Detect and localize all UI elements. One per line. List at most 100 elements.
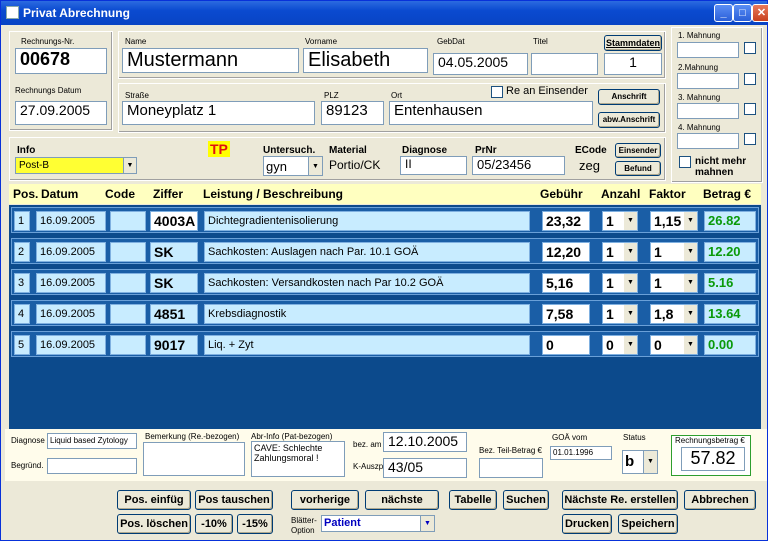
- blaetter-select[interactable]: Patient ▼: [321, 515, 435, 532]
- invoice-nr-field[interactable]: 00678: [15, 48, 107, 74]
- nicht-mehr-mahnen-checkbox[interactable]: [679, 156, 691, 168]
- speichern-button[interactable]: Speichern: [618, 514, 678, 534]
- anzahl-select[interactable]: 0 ▼: [602, 335, 638, 355]
- tabelle-button[interactable]: Tabelle: [449, 490, 497, 510]
- bemerkung-field[interactable]: [143, 442, 245, 476]
- code-cell[interactable]: [110, 304, 146, 324]
- invoice-date-field[interactable]: 27.09.2005: [15, 101, 107, 125]
- faktor-select[interactable]: 0 ▼: [650, 335, 698, 355]
- mahnung-4-field[interactable]: [677, 133, 739, 149]
- minus-10-button[interactable]: -10%: [195, 514, 233, 534]
- anzahl-select[interactable]: 1 ▼: [602, 211, 638, 231]
- strasse-field[interactable]: Moneyplatz 1: [122, 101, 315, 125]
- mahnung-2-checkbox[interactable]: [744, 73, 756, 85]
- chevron-down-icon[interactable]: ▼: [684, 274, 697, 292]
- leistung-cell[interactable]: Krebsdiagnostik: [204, 304, 530, 324]
- status-select[interactable]: b ▼: [622, 450, 658, 474]
- vorname-field[interactable]: Elisabeth: [303, 48, 428, 73]
- titel-field[interactable]: [531, 53, 598, 75]
- mahnung-4-checkbox[interactable]: [744, 133, 756, 145]
- chevron-down-icon[interactable]: ▼: [624, 274, 637, 292]
- chevron-down-icon[interactable]: ▼: [624, 336, 637, 354]
- mahnung-1-checkbox[interactable]: [744, 42, 756, 54]
- abrinfo-field[interactable]: CAVE: Schlechte Zahlungsmoral !: [251, 441, 345, 477]
- pos-cell[interactable]: 1: [14, 211, 30, 231]
- datum-cell[interactable]: 16.09.2005: [36, 273, 106, 293]
- datum-cell[interactable]: 16.09.2005: [36, 304, 106, 324]
- maximize-button[interactable]: □: [733, 4, 752, 22]
- code-cell[interactable]: [110, 211, 146, 231]
- table-row[interactable]: 3 16.09.2005 SK Sachkosten: Versandkoste…: [11, 269, 759, 295]
- befund-button[interactable]: Befund: [615, 161, 661, 176]
- diagnose-field[interactable]: II: [400, 156, 467, 175]
- chevron-down-icon[interactable]: ▼: [308, 157, 322, 175]
- faktor-select[interactable]: 1 ▼: [650, 242, 698, 262]
- chevron-down-icon[interactable]: ▼: [123, 158, 136, 173]
- gebuehr-cell[interactable]: 12,20: [542, 242, 590, 262]
- close-button[interactable]: ✕: [752, 4, 768, 22]
- datum-cell[interactable]: 16.09.2005: [36, 335, 106, 355]
- code-cell[interactable]: [110, 242, 146, 262]
- code-cell[interactable]: [110, 273, 146, 293]
- mahnung-2-field[interactable]: [677, 73, 739, 89]
- pos-cell[interactable]: 5: [14, 335, 30, 355]
- leistung-cell[interactable]: Dichtegradientenisolierung: [204, 211, 530, 231]
- gebuehr-cell[interactable]: 23,32: [542, 211, 590, 231]
- chevron-down-icon[interactable]: ▼: [684, 336, 697, 354]
- chevron-down-icon[interactable]: ▼: [624, 305, 637, 323]
- abbrechen-button[interactable]: Abbrechen: [684, 490, 756, 510]
- stammdaten-button[interactable]: Stammdaten: [604, 35, 662, 51]
- pos-loeschen-button[interactable]: Pos. löschen: [117, 514, 191, 534]
- gebuehr-cell[interactable]: 0: [542, 335, 590, 355]
- leistung-cell[interactable]: Sachkosten: Versandkosten nach Par 10.2 …: [204, 273, 530, 293]
- name-field[interactable]: Mustermann: [122, 48, 299, 73]
- info-select[interactable]: Post-B ▼: [15, 157, 137, 174]
- ziffer-cell[interactable]: SK: [150, 273, 198, 293]
- chevron-down-icon[interactable]: ▼: [684, 243, 697, 261]
- anschrift-button[interactable]: Anschrift: [598, 89, 660, 105]
- ziffer-cell[interactable]: SK: [150, 242, 198, 262]
- minus-15-button[interactable]: -15%: [237, 514, 273, 534]
- mahnung-3-field[interactable]: [677, 103, 739, 119]
- goae-field[interactable]: 01.01.1996: [550, 446, 612, 460]
- chevron-down-icon[interactable]: ▼: [624, 243, 637, 261]
- suchen-button[interactable]: Suchen: [503, 490, 549, 510]
- minimize-button[interactable]: _: [714, 4, 733, 22]
- code-cell[interactable]: [110, 335, 146, 355]
- chevron-down-icon[interactable]: ▼: [684, 212, 697, 230]
- ort-field[interactable]: Entenhausen: [389, 101, 593, 125]
- kauszp-field[interactable]: 43/05: [383, 458, 467, 478]
- naechste-button[interactable]: nächste: [365, 490, 439, 510]
- re-an-einsender-checkbox[interactable]: [491, 86, 503, 98]
- abw-anschrift-button[interactable]: abw.Anschrift: [598, 112, 660, 128]
- table-row[interactable]: 5 16.09.2005 9017 Liq. + Zyt 0 0 ▼ 0 ▼ 0.0…: [11, 331, 759, 357]
- anzahl-select[interactable]: 1 ▼: [602, 273, 638, 293]
- teilbetrag-field[interactable]: [479, 458, 543, 478]
- pos-tauschen-button[interactable]: Pos tauschen: [195, 490, 273, 510]
- vorherige-button[interactable]: vorherige: [291, 490, 359, 510]
- faktor-select[interactable]: 1,8 ▼: [650, 304, 698, 324]
- chevron-down-icon[interactable]: ▼: [643, 451, 657, 473]
- stammdaten-field[interactable]: 1: [604, 53, 662, 75]
- datum-cell[interactable]: 16.09.2005: [36, 242, 106, 262]
- begruend-field[interactable]: [47, 458, 137, 474]
- ziffer-cell[interactable]: 4851: [150, 304, 198, 324]
- gebuehr-cell[interactable]: 5,16: [542, 273, 590, 293]
- plz-field[interactable]: 89123: [321, 101, 384, 125]
- gebdat-field[interactable]: 04.05.2005: [433, 53, 528, 75]
- chevron-down-icon[interactable]: ▼: [684, 305, 697, 323]
- pos-cell[interactable]: 2: [14, 242, 30, 262]
- bez-am-field[interactable]: 12.10.2005: [383, 432, 467, 452]
- gebuehr-cell[interactable]: 7,58: [542, 304, 590, 324]
- datum-cell[interactable]: 16.09.2005: [36, 211, 106, 231]
- pos-cell[interactable]: 3: [14, 273, 30, 293]
- table-row[interactable]: 1 16.09.2005 4003A Dichtegradientenisoli…: [11, 207, 759, 233]
- drucken-button[interactable]: Drucken: [562, 514, 612, 534]
- untersuch-select[interactable]: gyn ▼: [263, 156, 323, 176]
- leistung-cell[interactable]: Liq. + Zyt: [204, 335, 530, 355]
- chevron-down-icon[interactable]: ▼: [624, 212, 637, 230]
- pos-cell[interactable]: 4: [14, 304, 30, 324]
- anzahl-select[interactable]: 1 ▼: [602, 242, 638, 262]
- anzahl-select[interactable]: 1 ▼: [602, 304, 638, 324]
- einsender-button[interactable]: Einsender: [615, 143, 661, 158]
